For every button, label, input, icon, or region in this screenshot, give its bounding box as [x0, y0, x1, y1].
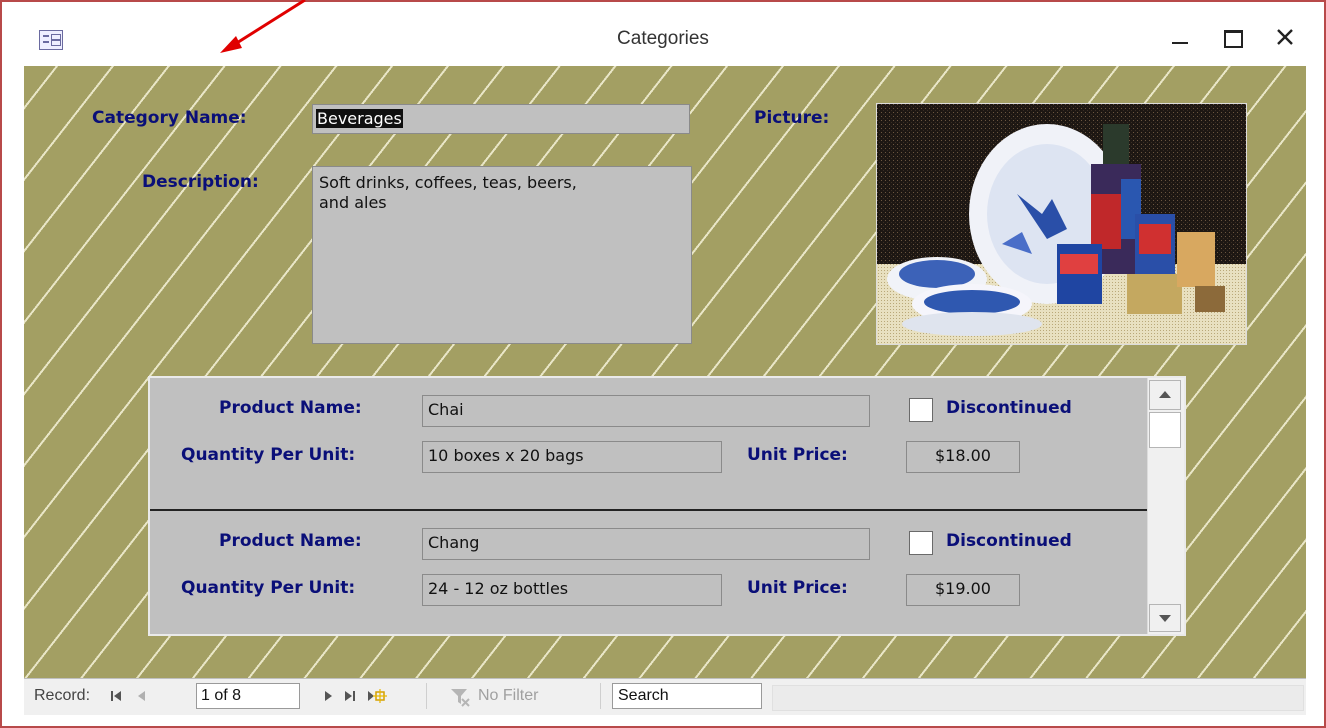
next-record-button[interactable]: [320, 685, 336, 707]
subform-scrollbar[interactable]: [1147, 378, 1184, 634]
product-record: Product Name: Chang Discontinued Quantit…: [150, 509, 1150, 634]
scroll-down-button[interactable]: [1149, 604, 1181, 632]
nav-separator: [426, 683, 427, 709]
description-label: Description:: [142, 172, 259, 192]
discontinued-label: Discontinued: [946, 531, 1072, 551]
form-body: Category Name: Beverages Description: So…: [24, 66, 1306, 678]
unit-price-label: Unit Price:: [747, 578, 848, 598]
description-field[interactable]: Soft drinks, coffees, teas, beers, and a…: [312, 166, 692, 344]
quantity-per-unit-label: Quantity Per Unit:: [181, 445, 356, 465]
no-filter-label[interactable]: No Filter: [478, 687, 538, 705]
record-navigation-bar: Record: 1 of 8 No Filter: [24, 678, 1306, 715]
window-title: Categories: [617, 28, 709, 49]
next-record-icon: [325, 691, 332, 701]
minimize-icon: [1172, 42, 1188, 44]
discontinued-label: Discontinued: [946, 398, 1072, 418]
previous-record-icon: [138, 691, 145, 701]
record-label: Record:: [34, 687, 91, 704]
category-name-label: Category Name:: [92, 108, 247, 128]
previous-record-button[interactable]: [134, 685, 150, 707]
quantity-per-unit-field[interactable]: 24 - 12 oz bottles: [422, 574, 722, 606]
first-record-icon: [111, 691, 121, 701]
nav-separator: [600, 683, 601, 709]
new-record-button[interactable]: [366, 685, 388, 707]
window-controls: [1162, 20, 1304, 56]
no-filter-icon[interactable]: [448, 685, 472, 709]
record-counter-input[interactable]: 1 of 8: [196, 683, 300, 709]
product-name-field[interactable]: Chai: [422, 395, 870, 427]
new-record-icon: [368, 689, 387, 703]
discontinued-checkbox[interactable]: [909, 531, 933, 555]
close-icon: [1277, 29, 1293, 45]
last-record-button[interactable]: [342, 685, 360, 707]
unit-price-label: Unit Price:: [747, 445, 848, 465]
picture-label: Picture:: [754, 108, 830, 128]
product-record: Product Name: Chai Discontinued Quantity…: [150, 378, 1150, 508]
products-subform[interactable]: Product Name: Chai Discontinued Quantity…: [148, 376, 1186, 636]
product-name-label: Product Name:: [219, 398, 362, 418]
search-input[interactable]: [612, 683, 762, 709]
minimize-button[interactable]: [1162, 20, 1200, 56]
discontinued-checkbox[interactable]: [909, 398, 933, 422]
quantity-per-unit-label: Quantity Per Unit:: [181, 578, 356, 598]
window-frame: Categories Category Name: Beverages Desc…: [0, 0, 1326, 728]
category-name-value: Beverages: [316, 109, 403, 128]
category-name-field[interactable]: Beverages: [312, 104, 690, 134]
scroll-up-icon: [1159, 391, 1171, 398]
last-record-icon: [345, 691, 355, 701]
scroll-thumb[interactable]: [1149, 412, 1181, 448]
beverages-still-life-image: [877, 104, 1246, 344]
maximize-button[interactable]: [1214, 20, 1252, 56]
close-button[interactable]: [1266, 20, 1304, 56]
unit-price-field[interactable]: $19.00: [906, 574, 1020, 606]
category-picture[interactable]: [876, 103, 1247, 345]
product-name-field[interactable]: Chang: [422, 528, 870, 560]
scroll-down-icon: [1159, 615, 1171, 622]
quantity-per-unit-field[interactable]: 10 boxes x 20 bags: [422, 441, 722, 473]
horizontal-scroll-strip[interactable]: [772, 685, 1304, 711]
product-name-label: Product Name:: [219, 531, 362, 551]
unit-price-field[interactable]: $18.00: [906, 441, 1020, 473]
maximize-icon: [1224, 30, 1243, 48]
scroll-up-button[interactable]: [1149, 380, 1181, 410]
first-record-button[interactable]: [108, 685, 124, 707]
